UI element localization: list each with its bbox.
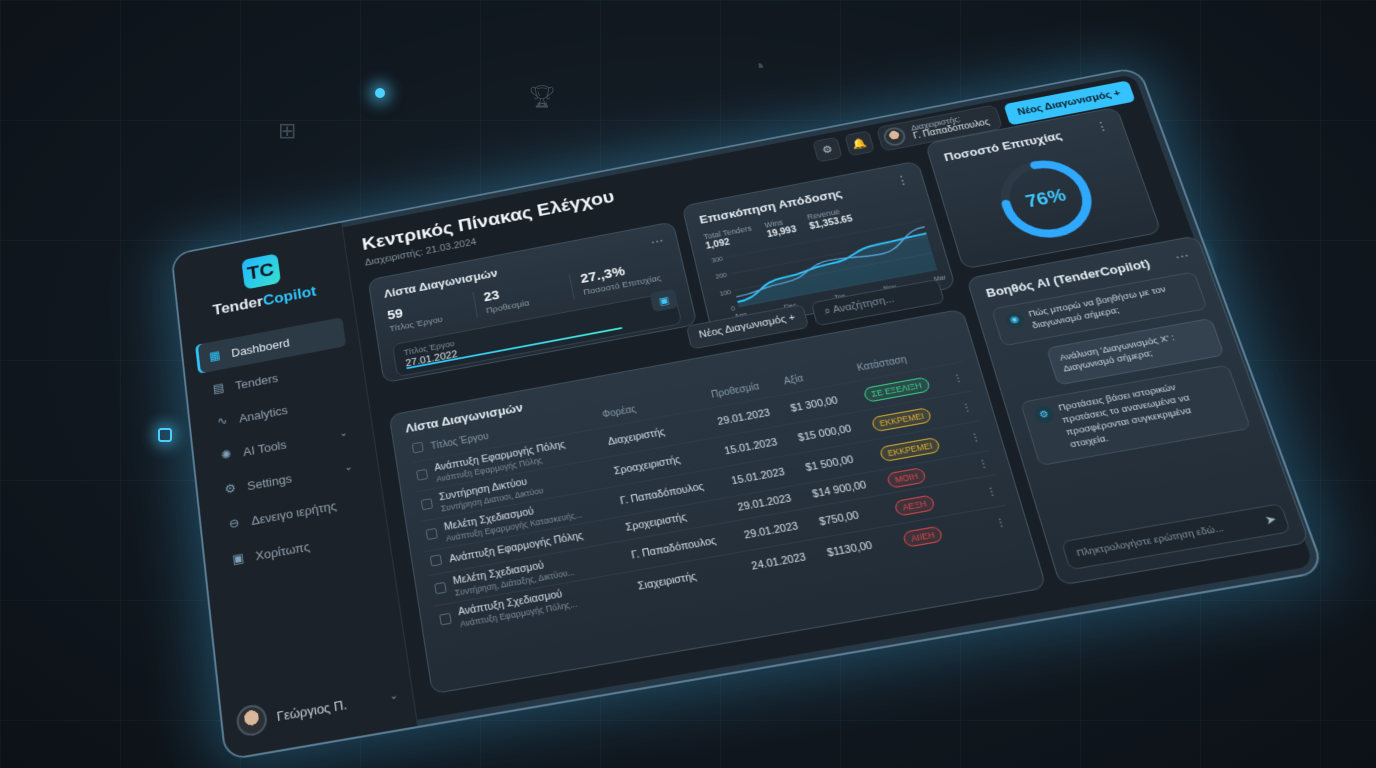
more-icon[interactable]: ⋮ (894, 172, 913, 189)
status-badge: ΣΕ ΕΞΕΛΙΞΗ (863, 376, 931, 402)
plus-icon: + (1112, 88, 1122, 99)
bell-icon: 🔔 (851, 136, 868, 150)
app-logo: TC TenderCopilot (187, 243, 339, 323)
checkbox[interactable] (430, 554, 443, 566)
tenders-table: Τίτλος Έργου Φορέας Προθεσμία Αξία Κατάσ… (407, 340, 1014, 637)
checkbox[interactable] (421, 498, 433, 510)
dashboard-window: TC TenderCopilot ▦ Dashboerd ▤ Tenders ∿… (171, 66, 1326, 761)
more-icon[interactable]: ⋯ (649, 233, 666, 250)
sidebar-item-label: Δενειγο ιερήτης (250, 498, 337, 527)
document-icon: ▤ (210, 380, 226, 397)
y-tick-label: 100 (719, 289, 732, 297)
stat: 59 Τίτλος Έργου (386, 292, 477, 334)
kpi: Wins 19,993 (764, 216, 798, 240)
main-content: ⚙ 🔔 Διαχειριστής: Γ. Παπαδόπουλος Νέος Δ… (342, 68, 1323, 726)
avatar (235, 703, 268, 738)
sidebar-item-label: AI Tools (242, 437, 287, 458)
y-tick-label: 200 (715, 273, 728, 281)
app-name: TenderCopilot (212, 283, 317, 319)
image-icon: ▣ (230, 550, 247, 568)
chat-message-bot: ⚙ Προτάσεις βάσει ιστορικών προτάσεις το… (1020, 365, 1251, 466)
app-name-accent: Copilot (262, 283, 317, 309)
ai-icon: ✺ (218, 446, 235, 463)
checkbox[interactable] (412, 442, 424, 454)
bot-icon: ⚙ (1033, 405, 1057, 425)
sidebar-user-name: Γεώργιος Π. (276, 696, 348, 723)
bot-icon: ◉ (1003, 311, 1026, 330)
app-name-main: Tender (212, 293, 264, 318)
gear-icon: ⚙ (222, 480, 239, 497)
search-placeholder: Αναζήτηση... (832, 294, 896, 316)
status-badge: ΕΚΚΡΕΜΕΙ (879, 436, 942, 462)
checkbox[interactable] (434, 581, 447, 594)
sidebar-item-label: Dashboerd (231, 336, 291, 360)
chevron-down-icon[interactable]: ⌄ (339, 428, 348, 439)
chat-message-text: Ανάλυση 'Διαγωνισμός Χ' : Διαγωνισμό σήμ… (1058, 332, 1176, 375)
checkbox[interactable] (425, 527, 437, 539)
send-icon[interactable]: ➤ (1263, 512, 1279, 528)
stage: TC TenderCopilot ▦ Dashboerd ▤ Tenders ∿… (0, 0, 1376, 768)
gear-icon: ⚙ (821, 143, 834, 156)
checkbox[interactable] (416, 468, 428, 480)
sidebar-user[interactable]: Γεώργιος Π. ⌄ (235, 680, 400, 738)
minus-circle-icon: ⊖ (226, 515, 243, 532)
status-badge: ΜΟΙΗ (886, 467, 927, 489)
notifications-button[interactable]: 🔔 (844, 130, 875, 156)
stat: 23 Προθεσμία (482, 274, 575, 316)
checkbox[interactable] (439, 612, 452, 625)
status-badge: ΑΕΞΗ (893, 494, 935, 516)
settings-button[interactable]: ⚙ (812, 137, 842, 163)
sidebar-item-label: Χορίτωπς (255, 539, 311, 563)
sidebar-item-label: Tenders (234, 371, 278, 392)
y-tick-label: 300 (711, 256, 724, 264)
sidebar-item-label: Settings (246, 471, 292, 493)
avatar (882, 126, 908, 148)
status-badge: ΑΙΙΕΗ (902, 525, 944, 547)
chat-input[interactable]: Πληκτρολογήστε ερώτηση εδώ... ➤ (1061, 503, 1291, 570)
sidebar-nav: ▦ Dashboerd ▤ Tenders ∿ Analytics ✺ AI T… (195, 317, 376, 578)
search-icon: ⌕ (823, 306, 832, 318)
status-badge: ΕΚΚΡΕΜΕΙ (870, 407, 932, 432)
kpi: Revenue $1,353.65 (806, 205, 854, 232)
success-rate-value: 76% (984, 148, 1110, 251)
sidebar-item-label: Analytics (238, 403, 288, 425)
chart-icon: ∿ (214, 413, 230, 430)
summary-card: Λίστα Διαγωνισμών ⋯ 59 Τίτλος Έργου 23 Π… (368, 221, 698, 383)
chevron-down-icon[interactable]: ⌄ (389, 690, 399, 703)
logo-icon: TC (241, 253, 281, 289)
y-tick-label: 0 (731, 306, 737, 313)
plus-icon: + (788, 312, 797, 324)
chat-input-placeholder: Πληκτρολογήστε ερώτηση εδώ... (1075, 523, 1225, 559)
grid-icon: ▦ (207, 348, 223, 364)
tenders-table-card: Νέος Διαγωνισμός + ⌕ Αναζήτηση... Λίστα … (389, 309, 1047, 695)
chevron-down-icon[interactable]: ⌄ (344, 462, 353, 473)
chat-message-text: Προτάσεις βάσει ιστορικών προτάσεις το α… (1057, 374, 1238, 452)
success-ring: 76% (984, 148, 1110, 251)
